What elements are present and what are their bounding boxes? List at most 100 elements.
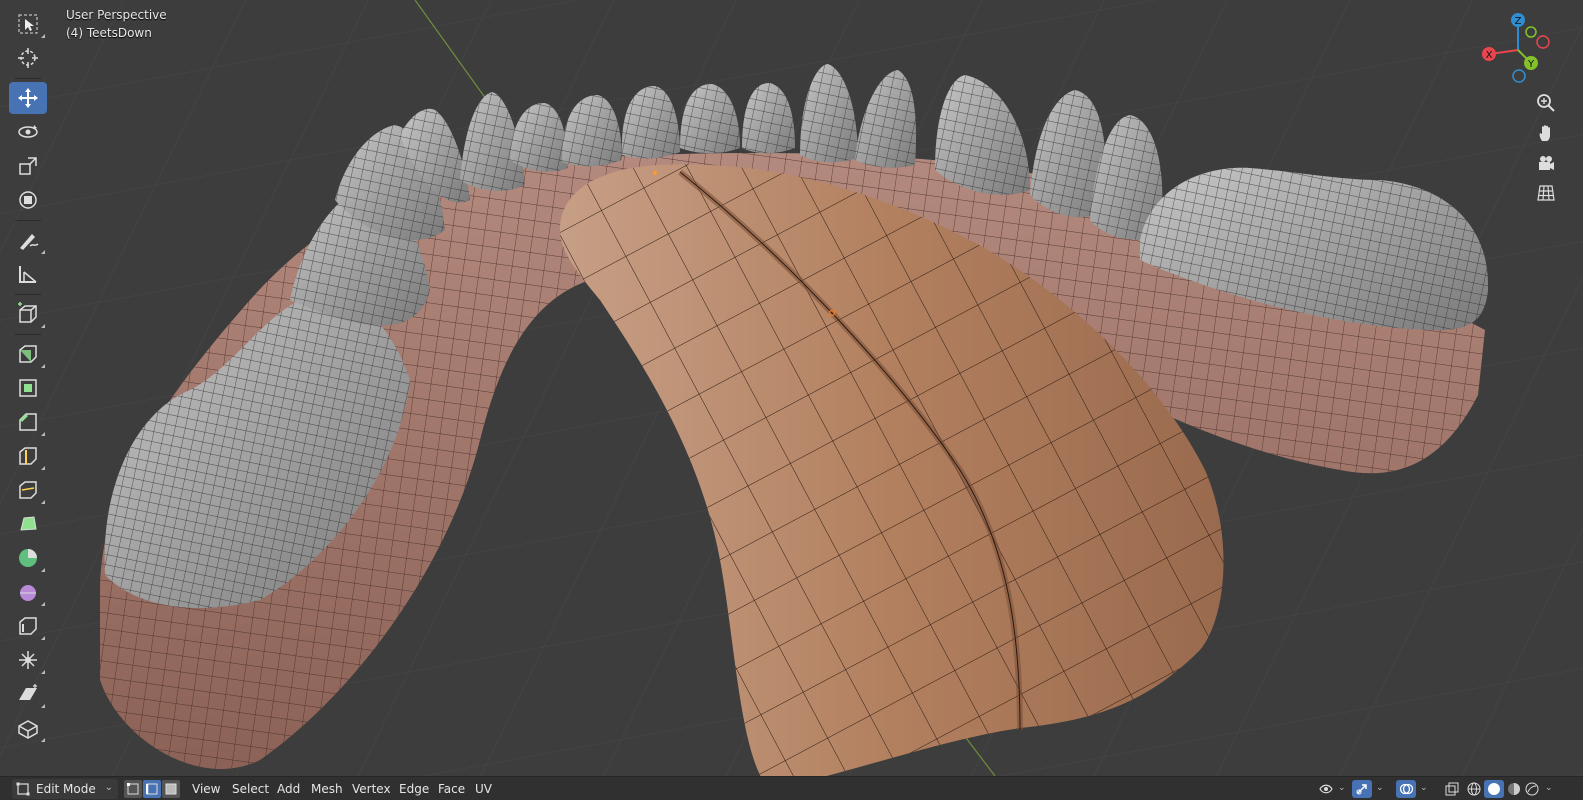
camera-icon [1539,156,1554,170]
grid-perspective-icon [1537,185,1555,201]
menu-add[interactable]: Add [271,780,306,798]
material-sphere-icon [1508,783,1520,795]
measure-icon [19,266,37,283]
measure-tool[interactable] [9,258,47,290]
menu-mesh[interactable]: Mesh [305,780,349,798]
edit-mode-icon [16,782,30,796]
extrude-tool[interactable] [9,338,47,370]
xray-toggle[interactable] [1442,780,1462,798]
add-cube-tool[interactable] [9,298,47,330]
rip-tool[interactable] [9,712,47,744]
move-icon [18,88,38,108]
menu-edge[interactable]: Edge [393,780,435,798]
vertex-select-mode[interactable] [124,780,142,798]
gizmo-neg-y[interactable] [1525,26,1537,38]
select-box-tool[interactable] [9,8,47,40]
loop-cut-icon [19,447,37,465]
menu-select[interactable]: Select [226,780,275,798]
transform-icon [19,191,37,209]
edge-select-mode[interactable] [143,780,161,798]
gizmo-neg-x[interactable] [1536,35,1550,49]
zoom-icon [1537,94,1555,112]
xray-icon [1445,782,1459,796]
transform-tool[interactable] [9,184,47,216]
zoom-button[interactable] [1531,88,1561,118]
toggle-perspective-button[interactable] [1531,178,1561,208]
cursor-icon [18,48,38,68]
scale-tool[interactable] [9,150,47,182]
rendered-sphere-icon [1525,782,1539,796]
rotate-icon [18,125,38,138]
overlays-icon [1399,783,1413,795]
active-object-label: (4) TeetsDown [66,26,152,40]
gizmo-toggle[interactable] [1352,780,1372,798]
shear-tool[interactable] [9,678,47,710]
menu-view[interactable]: View [186,780,226,798]
annotate-tool[interactable] [9,224,47,256]
rotate-tool[interactable] [9,116,47,148]
shrink-fatten-icon [19,651,37,669]
edge-slide-icon [19,617,37,635]
bevel-icon [19,413,37,431]
menu-vertex[interactable]: Vertex [346,780,397,798]
edge-select-icon [146,783,158,795]
rip-icon [18,720,38,739]
gizmo-icon [1356,784,1367,795]
poly-build-tool[interactable] [9,508,47,540]
edge-slide-tool[interactable] [9,610,47,642]
shading-wireframe[interactable] [1464,780,1484,798]
spin-icon [19,549,37,567]
camera-view-button[interactable] [1531,148,1561,178]
eye-icon [1319,784,1333,794]
viewport-header: Edit Mode ⌄ View Select Add Mesh Vertex … [0,776,1583,800]
poly-build-icon [20,516,37,531]
gizmo-y-label: Y [1527,59,1535,70]
viewport-perspective-label: User Perspective [66,8,167,22]
knife-tool[interactable] [9,474,47,506]
loop-cut-tool[interactable] [9,440,47,472]
chevron-down-icon: ⌄ [104,782,113,793]
cursor-tool[interactable] [9,42,47,74]
bevel-tool[interactable] [9,406,47,438]
inset-icon [19,379,37,397]
gizmo-neg-z[interactable] [1512,69,1526,83]
chevron-down-icon[interactable]: ⌄ [1545,783,1553,793]
pan-button[interactable] [1531,118,1561,148]
menu-face[interactable]: Face [432,780,471,798]
smooth-icon [20,585,36,601]
extrude-icon [19,345,37,363]
mode-label: Edit Mode [36,782,96,796]
spin-tool[interactable] [9,542,47,574]
inset-tool[interactable] [9,372,47,404]
chevron-down-icon[interactable]: ⌄ [1338,783,1346,793]
chevron-down-icon[interactable]: ⌄ [1376,783,1384,793]
viewport-scene [0,0,1583,776]
visibility-toggle[interactable] [1316,780,1336,798]
mode-dropdown[interactable]: Edit Mode ⌄ [12,779,118,799]
vertex-select-icon [127,783,139,795]
wireframe-sphere-icon [1467,782,1481,796]
scale-icon [19,157,37,175]
chevron-down-icon[interactable]: ⌄ [1420,783,1428,793]
3d-viewport[interactable]: User Perspective (4) TeetsDown Z X Y [0,0,1583,776]
smooth-tool[interactable] [9,576,47,608]
overlays-toggle[interactable] [1396,780,1416,798]
select-box-icon [18,14,38,34]
menu-uv[interactable]: UV [469,780,498,798]
add-cube-icon [18,302,37,323]
shrink-fatten-tool[interactable] [9,644,47,676]
gizmo-x-label: X [1486,50,1493,61]
navigation-gizmo[interactable]: Z X Y [1478,10,1560,92]
knife-icon [19,481,37,499]
shading-material[interactable] [1504,780,1524,798]
face-select-mode[interactable] [162,780,180,798]
move-tool[interactable] [9,82,47,114]
hand-icon [1539,125,1550,141]
annotate-icon [20,234,39,250]
shading-rendered[interactable] [1522,780,1542,798]
solid-sphere-icon [1488,783,1500,795]
shading-solid[interactable] [1484,780,1504,798]
gizmo-z-label: Z [1515,16,1522,27]
shear-icon [19,684,37,700]
face-select-icon [165,783,177,795]
